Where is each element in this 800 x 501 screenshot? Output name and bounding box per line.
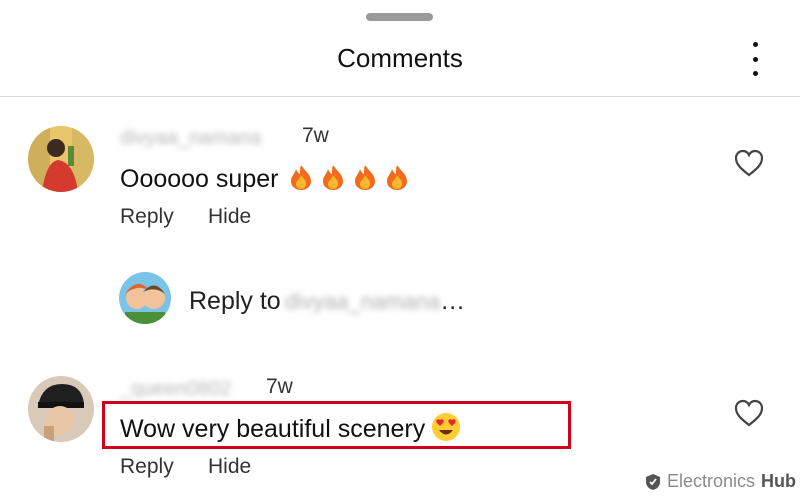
heart-icon[interactable] <box>734 149 764 177</box>
watermark-suffix: Hub <box>761 471 797 491</box>
hide-button[interactable]: Hide <box>208 205 251 229</box>
header-divider <box>0 96 800 97</box>
comment-timestamp: 7w <box>302 124 329 147</box>
reply-to-label: Reply to <box>189 287 281 315</box>
heart-icon[interactable] <box>734 399 764 427</box>
shield-icon <box>646 473 660 490</box>
reply-button[interactable]: Reply <box>120 205 174 229</box>
page-title: Comments <box>337 43 463 73</box>
avatar[interactable] <box>28 376 94 442</box>
reply-composer-placeholder[interactable]: Reply to divyaa_namana… <box>189 287 465 316</box>
comment-text-label: Oooooo super <box>120 165 279 193</box>
reply-to-ellipsis: … <box>440 287 466 315</box>
comment-username[interactable]: _queen0802 <box>120 378 231 401</box>
highlight-box <box>102 401 571 449</box>
avatar <box>119 272 171 324</box>
reply-button[interactable]: Reply <box>120 455 174 479</box>
hide-button[interactable]: Hide <box>208 455 251 479</box>
fire-emoji-group <box>280 165 415 193</box>
watermark-brand: Electronics <box>667 471 756 491</box>
comment-username[interactable]: divyaa_namana <box>120 127 261 150</box>
watermark: Electronics Hub <box>645 471 796 492</box>
comments-sheet: Comments divyaa_namana 7w Oooooo super R… <box>0 0 800 501</box>
drag-handle[interactable] <box>366 13 433 21</box>
reply-to-username: divyaa_namana <box>284 289 441 314</box>
comment-text: Oooooo super <box>120 163 415 194</box>
more-options-icon[interactable] <box>745 42 765 76</box>
avatar[interactable] <box>28 126 94 192</box>
comment-timestamp: 7w <box>266 375 293 398</box>
